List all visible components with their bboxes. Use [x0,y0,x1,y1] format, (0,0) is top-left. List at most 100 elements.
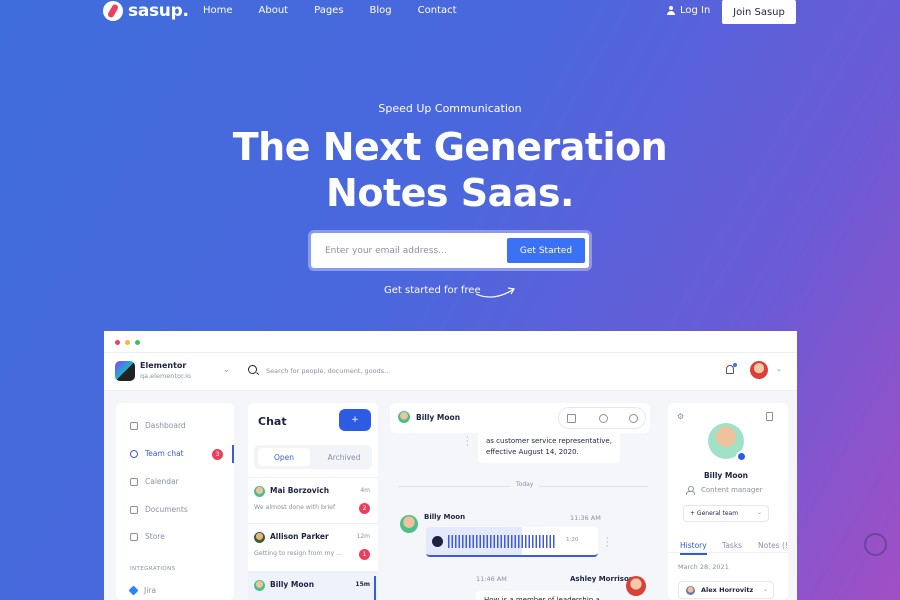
brand-name: sasup. [128,1,189,21]
login-link[interactable]: Log In [667,5,710,16]
avatar [398,411,410,423]
sidebar-item-dashboard[interactable]: Dashboard [130,421,186,430]
nav-link-about[interactable]: About [259,5,289,16]
profile-panel: ⚙ Billy Moon Content manager + General t… [668,403,788,600]
sidebar-item-label: Dashboard [145,421,186,430]
nav-link-blog[interactable]: Blog [370,5,392,16]
date-divider-label: Today [510,481,540,488]
chat-list-panel: Chat + Open Archived Mai Borzovich 4m We… [248,403,378,600]
notification-dot [733,363,737,367]
logo-icon [103,1,123,21]
headline-line-1: The Next Generation [232,125,668,169]
window-maximize-dot [135,340,140,345]
conversation-name: Mai Borzovich [270,486,330,495]
bookmark-icon[interactable] [766,412,773,421]
sidebar-item-calendar[interactable]: Calendar [130,477,179,486]
avatar [254,486,265,497]
folder-icon [130,505,138,514]
add-user-icon[interactable] [629,414,638,423]
sidebar-item-label: Team chat [145,449,184,458]
voice-duration: 1:20 [566,537,579,543]
app-sidebar: Dashboard Team chat 3 Calendar Documents… [116,403,234,600]
sidebar-item-label: Store [145,532,165,541]
email-input[interactable] [311,233,501,268]
user-avatar[interactable] [750,361,768,379]
window-close-dot [115,340,120,345]
user-icon [686,486,695,495]
brand-logo[interactable]: sasup. [103,0,189,22]
app-preview: Elementor qa.elementor.io ⌄ ⌄ Dashboard … [104,331,797,600]
nav-link-contact[interactable]: Contact [418,5,457,16]
sidebar-item-store[interactable]: Store [130,532,165,541]
tab-tasks[interactable]: Tasks [722,541,742,550]
gear-icon[interactable]: ⚙ [677,412,684,421]
tab-open[interactable]: Open [258,448,310,466]
search-icon [248,365,257,374]
workspace-domain: qa.elementor.io [140,372,191,380]
tab-notes[interactable]: Notes (! [758,541,788,550]
history-entry-name: Alex Horrovitz [701,586,754,594]
sidebar-item-jira[interactable]: Jira [128,585,156,596]
message-bubble: as customer service representative, effe… [478,431,620,463]
more-icon[interactable]: · · · [466,434,469,450]
chat-icon [130,449,138,458]
conversation-item-selected[interactable]: Billy Moon 15m [248,571,378,600]
headline-line-2: Notes Saas. [326,171,574,215]
star-icon[interactable] [567,414,576,423]
bag-icon [130,532,138,541]
grid-icon [130,421,138,430]
message-sender: Ashley Morrison [570,575,634,583]
sidebar-item-label: Calendar [145,477,179,486]
integrations-heading: INTEGRATIONS [130,566,176,572]
tab-history[interactable]: History [680,541,707,555]
play-icon[interactable] [432,536,443,547]
sidebar-item-documents[interactable]: Documents [130,505,188,514]
conversation-time: 12m [356,533,370,540]
nav-link-home[interactable]: Home [203,5,233,16]
unread-count-badge: 2 [359,503,370,514]
email-signup-form: Get Started [311,233,589,268]
thread-actions [558,407,646,429]
hero-headline: The Next Generation Notes Saas. [0,124,900,216]
profile-name: Billy Moon [703,471,749,480]
sidebar-item-team-chat[interactable]: Team chat [130,449,184,458]
avatar [254,580,265,591]
avatar [254,532,265,543]
tab-archived[interactable]: Archived [318,448,370,466]
team-select[interactable]: + General team ⌄ [683,505,769,522]
message-bubble: How is a member of leadership a [476,591,600,600]
conversation-preview: Getting to resign from my ... [254,550,343,557]
thread-header: Billy Moon [390,403,650,433]
waveform[interactable] [448,535,556,548]
main-menu: Home About Pages Blog Contact [203,5,457,16]
avatar [626,576,646,596]
get-started-button[interactable]: Get Started [507,238,585,263]
chevron-down-icon[interactable]: ⌄ [223,365,230,374]
profile-role: Content manager [701,486,763,494]
get-started-free-link[interactable]: Get started for free [384,285,481,296]
loading-ring-icon [864,533,887,556]
workspace-name[interactable]: Elementor [140,361,186,370]
info-icon[interactable] [599,414,608,423]
sidebar-item-label: Documents [145,505,188,514]
hero-kicker: Speed Up Communication [378,102,522,115]
conversation-name: Allison Parker [270,532,329,541]
join-button[interactable]: Join Sasup [722,0,796,24]
app-topbar: Elementor qa.elementor.io ⌄ ⌄ [104,353,797,391]
conversation-item[interactable]: Mai Borzovich 4m We almost done with bri… [248,477,378,523]
history-entry[interactable]: Alex Horrovitz ⌄ [678,581,774,599]
app-search-input[interactable] [266,363,516,379]
chat-filter-tabs: Open Archived [254,445,372,469]
message-text: as customer service representative, [486,437,612,445]
conversation-item[interactable]: Allison Parker 12m Getting to resign fro… [248,523,378,569]
top-navbar: sasup. Home About Pages Blog Contact Log… [0,0,900,24]
chat-title: Chat [258,415,287,428]
conversation-name: Billy Moon [270,580,315,589]
voice-sender: Billy Moon [424,513,466,521]
chevron-down-icon[interactable]: ⌄ [776,365,782,373]
edit-badge-icon[interactable] [736,451,747,462]
more-icon[interactable]: · · · [606,535,609,551]
new-chat-button[interactable]: + [339,409,371,431]
active-indicator [232,445,234,463]
nav-link-pages[interactable]: Pages [314,5,343,16]
